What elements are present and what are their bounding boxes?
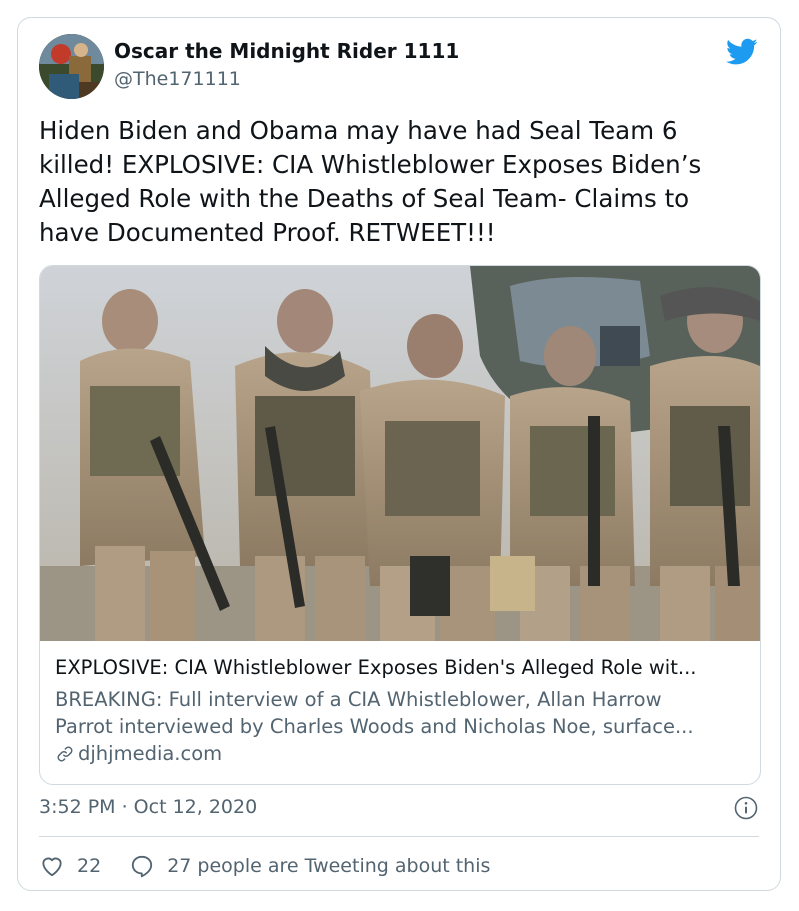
speech-bubble-icon (132, 855, 153, 878)
link-preview-domain[interactable]: djhjmedia.com (55, 742, 222, 765)
link-domain-text: djhjmedia.com (78, 742, 223, 765)
info-icon[interactable] (734, 796, 758, 820)
link-preview-card[interactable]: EXPLOSIVE: CIA Whistleblower Exposes Bid… (39, 265, 761, 785)
tweet-text: Hiden Biden and Obama may have had Seal … (39, 116, 702, 247)
link-icon (57, 746, 73, 761)
author-name[interactable]: Oscar the Midnight Rider 1111 (114, 39, 459, 63)
tweeting-about-link[interactable]: 27 people are Tweeting about this (129, 853, 490, 879)
author-handle[interactable]: @The171111 (114, 68, 241, 90)
tweet-actions: 22 27 people are Tweeting about this (39, 850, 490, 882)
twitter-bird-icon[interactable] (726, 38, 758, 66)
link-preview-title[interactable]: EXPLOSIVE: CIA Whistleblower Exposes Bid… (55, 656, 696, 679)
like-count: 22 (77, 855, 102, 877)
tweeting-text: 27 people are Tweeting about this (167, 855, 491, 877)
divider (39, 836, 759, 837)
tweet-timestamp[interactable]: 3:52 PM · Oct 12, 2020 (39, 796, 257, 818)
like-button[interactable]: 22 (39, 853, 101, 879)
heart-icon (42, 857, 62, 877)
link-preview-image (40, 266, 760, 641)
tweet-card[interactable]: Oscar the Midnight Rider 1111 @The171111… (17, 17, 781, 891)
link-preview-description: BREAKING: Full interview of a CIA Whistl… (55, 688, 694, 738)
avatar[interactable] (39, 34, 104, 99)
